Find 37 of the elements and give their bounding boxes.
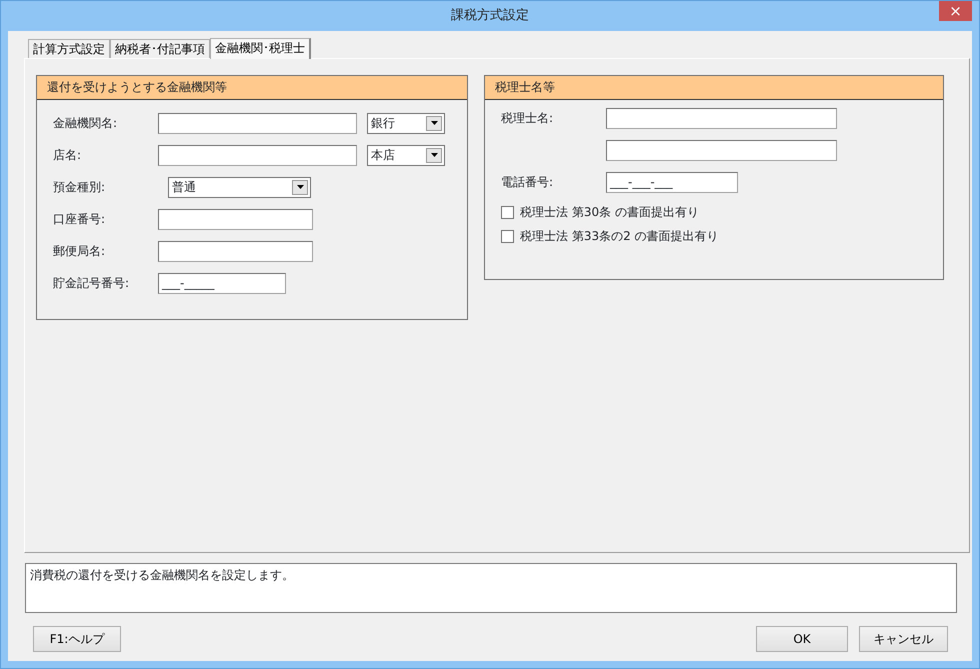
field-label: 店名:: [53, 148, 82, 162]
cancel-button[interactable]: キャンセル: [859, 626, 948, 652]
field-label: 貯金記号番号:: [53, 276, 130, 290]
group-header: 還付を受けようとする金融機関等: [37, 76, 467, 100]
tab[interactable]: 金融機関･税理士: [210, 38, 311, 59]
field-label: 税理士名:: [501, 111, 554, 125]
description-text: 消費税の還付を受ける金融機関名を設定します。: [25, 563, 957, 613]
input-field[interactable]: [158, 240, 313, 262]
field-label: 金融機関名:: [53, 116, 118, 130]
dropdown[interactable]: 銀行: [367, 112, 445, 134]
dropdown[interactable]: 普通: [168, 176, 311, 198]
window-title: 課税方式設定: [451, 7, 529, 25]
field-label: 口座番号:: [53, 212, 106, 226]
field-label: 郵便局名:: [53, 244, 106, 258]
input-field[interactable]: ___-_____: [158, 272, 286, 294]
tab[interactable]: 計算方式設定: [28, 39, 110, 58]
ok-button[interactable]: OK: [756, 626, 848, 652]
dropdown[interactable]: 本店: [367, 144, 445, 166]
field-label: 預金種別:: [53, 180, 106, 194]
caret-icon: [296, 185, 304, 189]
help-button[interactable]: F1:ヘルプ: [33, 626, 121, 652]
input-field[interactable]: [606, 108, 837, 128]
caret-icon: [430, 153, 438, 157]
checkbox[interactable]: [501, 206, 514, 218]
tab[interactable]: 納税者･付記事項: [110, 39, 210, 58]
close-button[interactable]: ×: [939, 1, 972, 21]
input-field[interactable]: [158, 144, 357, 166]
checkbox-label: 税理士法 第30条 の書面提出有り: [520, 204, 699, 221]
group-header: 税理士名等: [485, 76, 943, 100]
checkbox-label: 税理士法 第33条の2 の書面提出有り: [520, 228, 719, 245]
input-field[interactable]: [158, 112, 357, 134]
input-field[interactable]: [606, 140, 837, 160]
input-field[interactable]: [158, 208, 313, 230]
field-label: 電話番号:: [501, 175, 554, 189]
caret-icon: [430, 121, 438, 125]
input-field[interactable]: ___-___-___: [606, 172, 738, 192]
checkbox[interactable]: [501, 230, 514, 242]
